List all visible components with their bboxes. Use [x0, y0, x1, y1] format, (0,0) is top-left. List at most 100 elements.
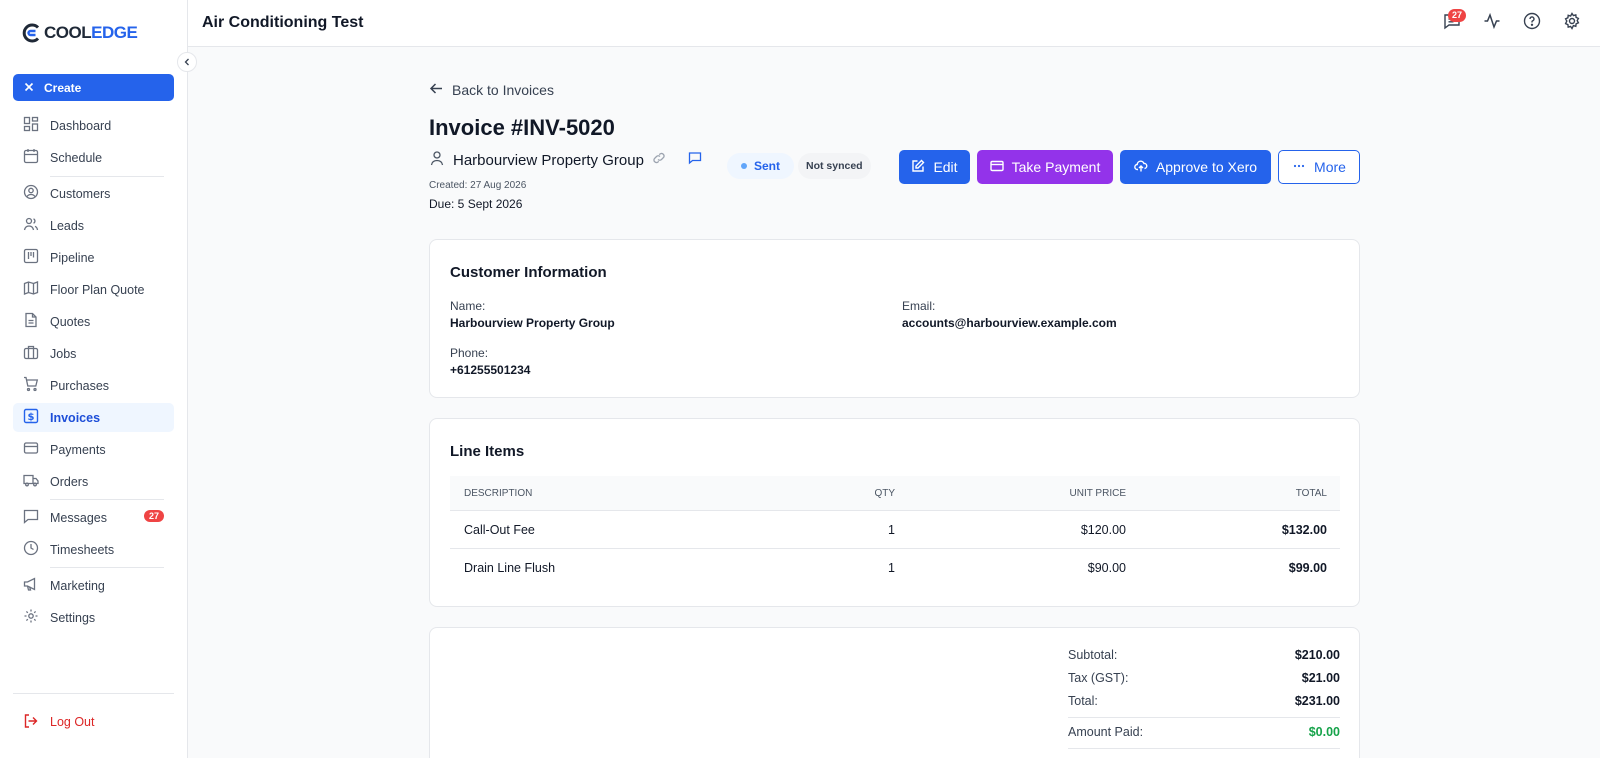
- sidebar-item-label: Orders: [50, 474, 89, 489]
- tax-label: Tax (GST):: [1068, 671, 1129, 685]
- nav-divider: [50, 567, 164, 568]
- table-row: Call-Out Fee 1 $120.00 $132.00: [450, 511, 1340, 549]
- sidebar-item-timesheets[interactable]: Timesheets: [13, 535, 174, 564]
- back-link-label: Back to Invoices: [452, 82, 554, 98]
- chat-icon[interactable]: [688, 151, 702, 170]
- invoice-icon: $: [23, 408, 39, 427]
- sidebar: COOLEDGE Create Dashboard Schedule Custo…: [0, 0, 188, 758]
- status-label: Sent: [754, 159, 781, 173]
- total-row: Total: $231.00: [1068, 691, 1340, 711]
- credit-card-icon: [989, 159, 1004, 176]
- sidebar-item-customers[interactable]: Customers: [13, 179, 174, 208]
- sidebar-item-leads[interactable]: Leads: [13, 211, 174, 240]
- customer-email-label: Email:: [902, 299, 936, 313]
- activity-button[interactable]: [1482, 12, 1502, 33]
- cell-unit-price: $90.00: [1087, 561, 1126, 575]
- more-button[interactable]: More: [1278, 150, 1360, 184]
- invoice-title: Invoice #INV-5020: [429, 115, 615, 140]
- sidebar-item-label: Customers: [50, 186, 111, 201]
- sidebar-item-label: Messages: [50, 510, 107, 525]
- sidebar-item-label: Settings: [50, 610, 96, 625]
- approve-to-xero-button-label: Approve to Xero: [1155, 159, 1258, 175]
- edit-icon: [911, 159, 925, 176]
- sidebar-item-orders[interactable]: Orders: [13, 467, 174, 496]
- sidebar-item-label: Quotes: [50, 314, 91, 329]
- customer-name-link[interactable]: Harbourview Property Group: [453, 152, 644, 169]
- table-header: DESCRIPTION QTY UNIT PRICE TOTAL: [450, 476, 1340, 511]
- totals-divider: [1068, 748, 1340, 749]
- column-header-unit-price: UNIT PRICE: [1069, 487, 1127, 499]
- take-payment-button[interactable]: Take Payment: [977, 150, 1113, 184]
- sidebar-item-messages[interactable]: Messages 27: [13, 503, 174, 532]
- due-date: Due: 5 Sept 2026: [429, 197, 523, 211]
- logout-button[interactable]: Log Out: [13, 708, 94, 736]
- gear-icon: [23, 608, 39, 627]
- approve-to-xero-button[interactable]: Approve to Xero: [1120, 150, 1271, 184]
- line-items-table: DESCRIPTION QTY UNIT PRICE TOTAL Call-Ou…: [450, 476, 1340, 587]
- sidebar-item-label: Floor Plan Quote: [50, 282, 145, 297]
- create-button-label: Create: [44, 80, 82, 95]
- map-icon: [23, 280, 39, 299]
- cell-total: $132.00: [1281, 522, 1327, 537]
- sidebar-item-settings[interactable]: Settings: [13, 603, 174, 632]
- sidebar-item-floor-plan-quote[interactable]: Floor Plan Quote: [13, 275, 174, 304]
- column-header-description: DESCRIPTION: [464, 487, 533, 499]
- sidebar-item-label: Jobs: [50, 346, 77, 361]
- logo-mark-icon: [22, 23, 42, 43]
- sidebar-item-quotes[interactable]: Quotes: [13, 307, 174, 336]
- help-button[interactable]: [1522, 12, 1542, 35]
- sidebar-item-label: Leads: [50, 218, 85, 233]
- customer-phone-value: +61255501234: [450, 363, 531, 377]
- amount-paid-value: $0.00: [1308, 725, 1340, 739]
- briefcase-icon: [23, 344, 39, 363]
- sidebar-item-dashboard[interactable]: Dashboard: [13, 111, 174, 140]
- sidebar-item-label: Timesheets: [50, 542, 115, 557]
- sidebar-item-marketing[interactable]: Marketing: [13, 571, 174, 600]
- subtotal-label: Subtotal:: [1068, 648, 1118, 662]
- cell-qty: 1: [888, 561, 895, 575]
- back-to-invoices-link[interactable]: Back to Invoices: [429, 81, 554, 99]
- customer-information-card: Customer Information Name: Harbourview P…: [429, 239, 1360, 398]
- invoice-customer-row: Harbourview Property Group: [429, 150, 702, 171]
- cell-description: Drain Line Flush: [464, 561, 556, 575]
- cloud-upload-icon: [1134, 159, 1148, 176]
- sidebar-item-label: Schedule: [50, 150, 103, 165]
- link-icon[interactable]: [652, 151, 666, 170]
- sync-status-badge: Not synced: [798, 153, 871, 179]
- subtotal-row: Subtotal: $210.00: [1068, 645, 1340, 665]
- column-header-qty: QTY: [874, 487, 895, 499]
- settings-button[interactable]: [1562, 11, 1582, 35]
- create-button[interactable]: Create: [13, 74, 174, 101]
- cooledge-logo[interactable]: COOLEDGE: [22, 22, 138, 44]
- sidebar-item-schedule[interactable]: Schedule: [13, 143, 174, 172]
- ellipsis-icon: [1292, 159, 1306, 176]
- sidebar-item-label: Invoices: [50, 410, 101, 425]
- chevron-left-icon: [183, 53, 191, 71]
- sidebar-item-jobs[interactable]: Jobs: [13, 339, 174, 368]
- customer-name-label: Name:: [450, 299, 486, 313]
- sidebar-item-invoices[interactable]: $ Invoices: [13, 403, 174, 432]
- collapse-sidebar-button[interactable]: [177, 52, 197, 72]
- sidebar-item-label: Pipeline: [50, 250, 95, 265]
- more-button-label: More: [1314, 159, 1346, 175]
- sidebar-item-payments[interactable]: Payments: [13, 435, 174, 464]
- sidebar-item-purchases[interactable]: Purchases: [13, 371, 174, 400]
- edit-button[interactable]: Edit: [899, 150, 970, 184]
- cell-total: $99.00: [1288, 561, 1327, 575]
- subtotal-value: $210.00: [1294, 648, 1340, 662]
- totals-card: Subtotal: $210.00 Tax (GST): $21.00 Tota…: [429, 627, 1360, 758]
- users-icon: [23, 216, 39, 235]
- dashboard-icon: [23, 116, 39, 135]
- sidebar-item-pipeline[interactable]: Pipeline: [13, 243, 174, 272]
- gear-icon: [1563, 11, 1581, 35]
- status-dot: [741, 163, 747, 169]
- help-icon: [1523, 12, 1541, 35]
- svg-text:$: $: [28, 412, 35, 423]
- customer-phone-label: Phone:: [450, 346, 489, 360]
- cell-qty: 1: [888, 522, 895, 537]
- credit-card-icon: [23, 440, 39, 459]
- logout-icon: [23, 713, 39, 732]
- messages-count-badge: 27: [143, 510, 164, 522]
- customer-name-value: Harbourview Property Group: [450, 316, 615, 330]
- edit-button-label: Edit: [933, 159, 958, 175]
